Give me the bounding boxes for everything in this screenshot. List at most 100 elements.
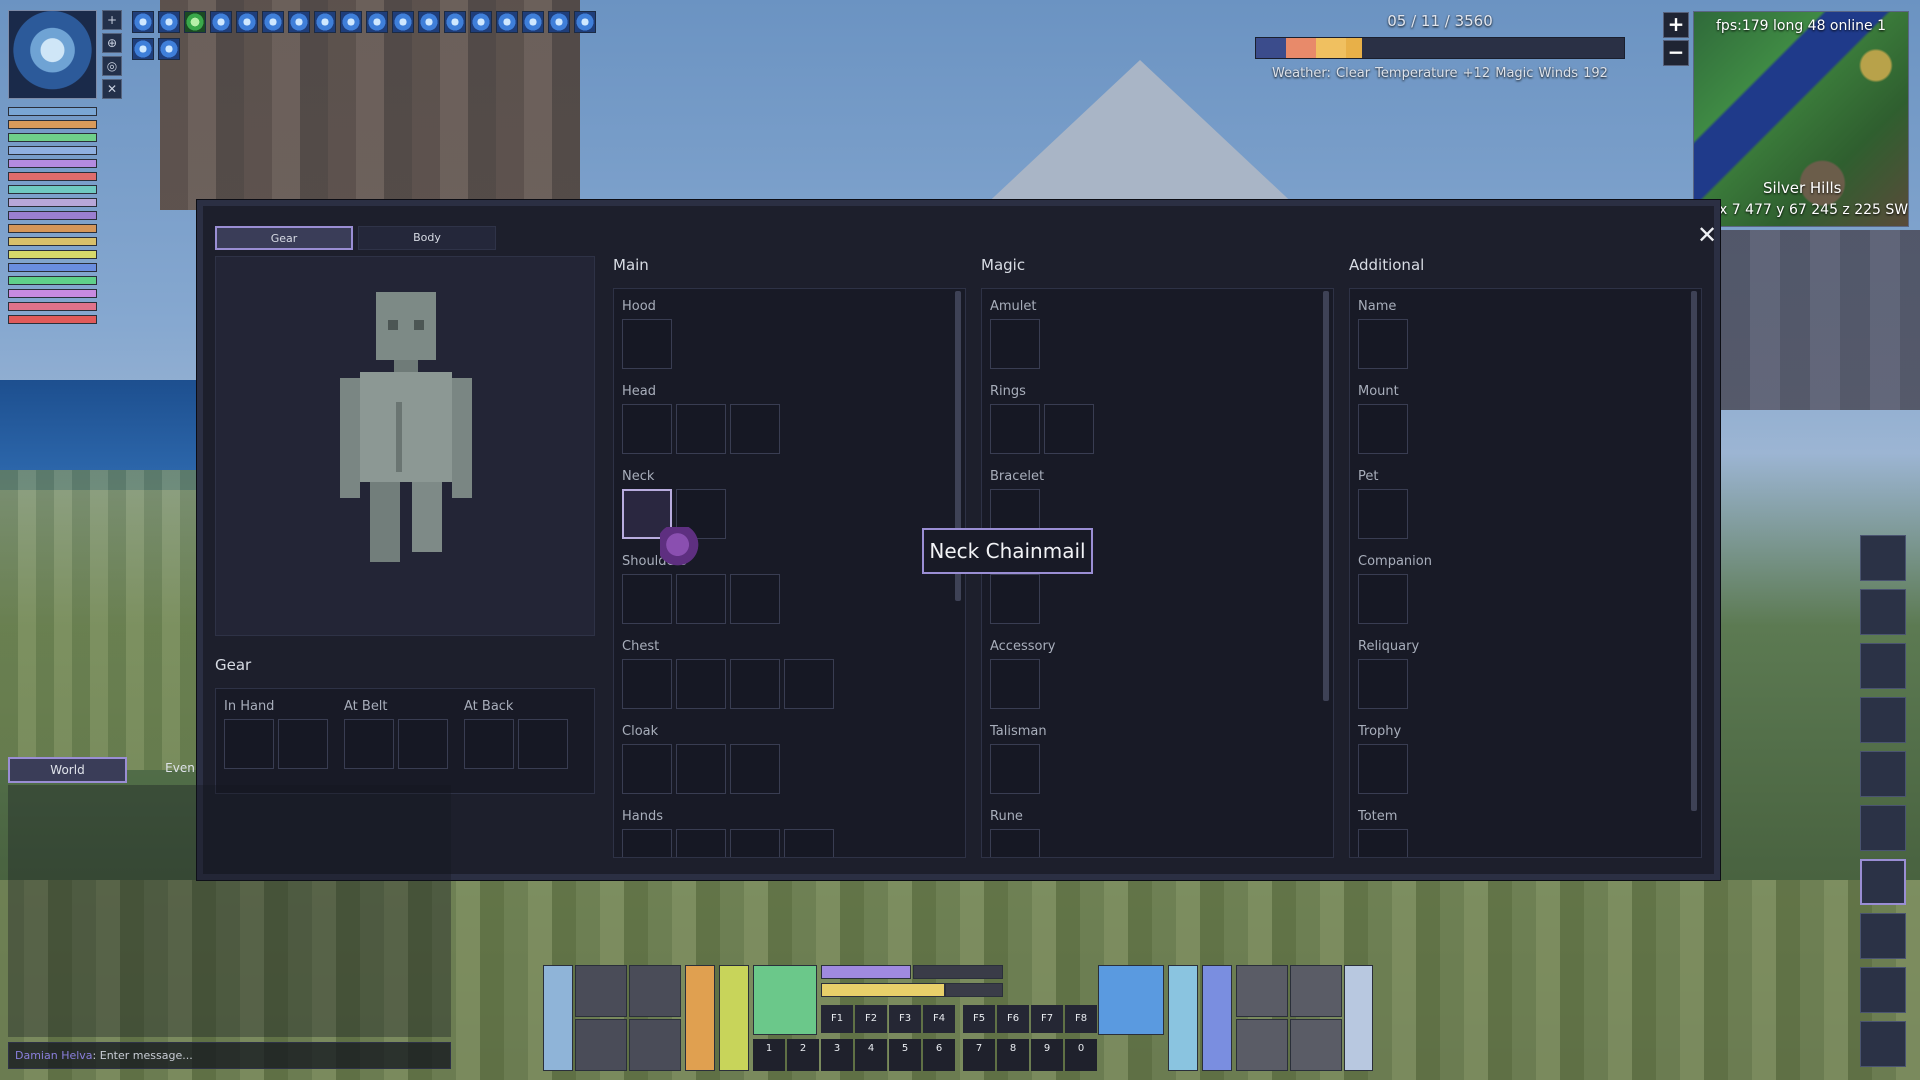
hotkey-label[interactable]: F5: [963, 1005, 995, 1033]
equipment-slot[interactable]: [1358, 319, 1408, 369]
chat-input[interactable]: Damian Helva: Enter message...: [8, 1042, 451, 1069]
sword-buff-icon[interactable]: [132, 38, 154, 60]
shield-icon[interactable]: [1860, 643, 1906, 689]
tab-gear[interactable]: Gear: [215, 226, 353, 250]
equipment-slot[interactable]: [1358, 404, 1408, 454]
scrollbar[interactable]: [1323, 291, 1329, 701]
hotkey-label[interactable]: F8: [1065, 1005, 1097, 1033]
in-hand-slot[interactable]: [278, 719, 328, 769]
equipment-slot[interactable]: [1358, 744, 1408, 794]
at-belt-slot[interactable]: [344, 719, 394, 769]
hotbar-slot[interactable]: [629, 965, 681, 1017]
hotkey-number[interactable]: 5: [889, 1039, 921, 1071]
hotbar-slot[interactable]: [1236, 1019, 1288, 1071]
equipment-slot[interactable]: [730, 829, 780, 857]
buff-icon[interactable]: [574, 11, 596, 33]
buff-icon[interactable]: [522, 11, 544, 33]
menu-icon[interactable]: [1860, 1021, 1906, 1067]
equipment-slot[interactable]: [1358, 829, 1408, 857]
hotbar-slot[interactable]: [1290, 965, 1342, 1017]
buff-icon[interactable]: [158, 11, 180, 33]
equipment-slot[interactable]: [622, 319, 672, 369]
hotbar-slot[interactable]: [629, 1019, 681, 1071]
buff-icon[interactable]: [340, 11, 362, 33]
hotbar-slot[interactable]: [575, 1019, 627, 1071]
buff-icon[interactable]: [158, 38, 180, 60]
close-button[interactable]: ✕: [1695, 223, 1719, 248]
equipment-slot[interactable]: [730, 404, 780, 454]
at-back-slot[interactable]: [464, 719, 514, 769]
buff-icon[interactable]: [210, 11, 232, 33]
buff-icon[interactable]: [366, 11, 388, 33]
inventory-icon[interactable]: [1860, 913, 1906, 959]
buff-icon[interactable]: [470, 11, 492, 33]
hotkey-number[interactable]: 8: [997, 1039, 1029, 1071]
hotkey-number[interactable]: 3: [821, 1039, 853, 1071]
equipment-slot[interactable]: [676, 744, 726, 794]
hotbar-slot[interactable]: [1098, 965, 1164, 1035]
quest-icon[interactable]: [1860, 967, 1906, 1013]
equipment-slot[interactable]: [990, 574, 1040, 624]
heart-buff-icon[interactable]: [184, 11, 206, 33]
book-icon[interactable]: [1860, 589, 1906, 635]
hotkey-number[interactable]: 9: [1031, 1039, 1063, 1071]
stats-icon[interactable]: [1860, 805, 1906, 851]
zoom-in-button[interactable]: +: [1663, 12, 1689, 38]
skill-tree-icon[interactable]: [1860, 751, 1906, 797]
buff-icon[interactable]: [236, 11, 258, 33]
equipment-slot[interactable]: [676, 574, 726, 624]
hotbar-slot[interactable]: [1344, 965, 1373, 1071]
hotkey-label[interactable]: F7: [1031, 1005, 1063, 1033]
buff-icon[interactable]: [132, 11, 154, 33]
hud-button-plus[interactable]: +: [102, 10, 122, 30]
buff-icon[interactable]: [496, 11, 518, 33]
equipment-slot[interactable]: [784, 659, 834, 709]
hotkey-number[interactable]: 7: [963, 1039, 995, 1071]
equipment-slot[interactable]: [622, 829, 672, 857]
buff-icon[interactable]: [262, 11, 284, 33]
player-portrait[interactable]: [8, 10, 97, 99]
chat-tab-world[interactable]: World: [8, 757, 127, 783]
buff-icon[interactable]: [314, 11, 336, 33]
equipment-slot[interactable]: [990, 829, 1040, 857]
buff-icon[interactable]: [288, 11, 310, 33]
equipment-slot[interactable]: [1044, 404, 1094, 454]
character-preview[interactable]: [215, 256, 595, 636]
equipment-slot[interactable]: [990, 744, 1040, 794]
equipment-slot[interactable]: [1358, 659, 1408, 709]
equipment-slot[interactable]: [676, 404, 726, 454]
hotbar-slot[interactable]: [543, 965, 573, 1071]
at-belt-slot[interactable]: [398, 719, 448, 769]
equipment-slot[interactable]: [730, 744, 780, 794]
equipment-slot[interactable]: [622, 404, 672, 454]
equipment-slot[interactable]: [622, 659, 672, 709]
hotkey-label[interactable]: F3: [889, 1005, 921, 1033]
equipment-slot[interactable]: [990, 404, 1040, 454]
equipment-slot[interactable]: [676, 829, 726, 857]
equipment-slot[interactable]: [784, 829, 834, 857]
hotbar-slot[interactable]: [719, 965, 749, 1071]
equipment-slot[interactable]: [730, 659, 780, 709]
buff-icon[interactable]: [444, 11, 466, 33]
chat-tab-events[interactable]: Even: [160, 757, 200, 783]
armor-icon[interactable]: [1860, 535, 1906, 581]
hotkey-label[interactable]: F6: [997, 1005, 1029, 1033]
hotbar-slot[interactable]: [753, 965, 817, 1035]
hotkey-number[interactable]: 6: [923, 1039, 955, 1071]
hotkey-number[interactable]: 0: [1065, 1039, 1097, 1071]
hotbar-slot[interactable]: [685, 965, 715, 1071]
gear-icon[interactable]: [1860, 859, 1906, 905]
equipment-slot[interactable]: [676, 659, 726, 709]
hotkey-label[interactable]: F1: [821, 1005, 853, 1033]
equipment-slot[interactable]: [990, 319, 1040, 369]
equipment-slot[interactable]: [1358, 574, 1408, 624]
main-slots-panel[interactable]: Hood Head Neck Shoulders Chest Cloak Hands: [613, 288, 966, 858]
equipment-slot[interactable]: [730, 574, 780, 624]
zoom-out-button[interactable]: −: [1663, 40, 1689, 66]
equipment-slot[interactable]: [622, 574, 672, 624]
hud-button-focus[interactable]: ◎: [102, 56, 122, 76]
hotkey-number[interactable]: 1: [753, 1039, 785, 1071]
hud-button-close[interactable]: ✕: [102, 79, 122, 99]
crafting-icon[interactable]: [1860, 697, 1906, 743]
additional-slots-panel[interactable]: Name Mount Pet Companion Reliquary Trophy Tote…: [1349, 288, 1702, 858]
